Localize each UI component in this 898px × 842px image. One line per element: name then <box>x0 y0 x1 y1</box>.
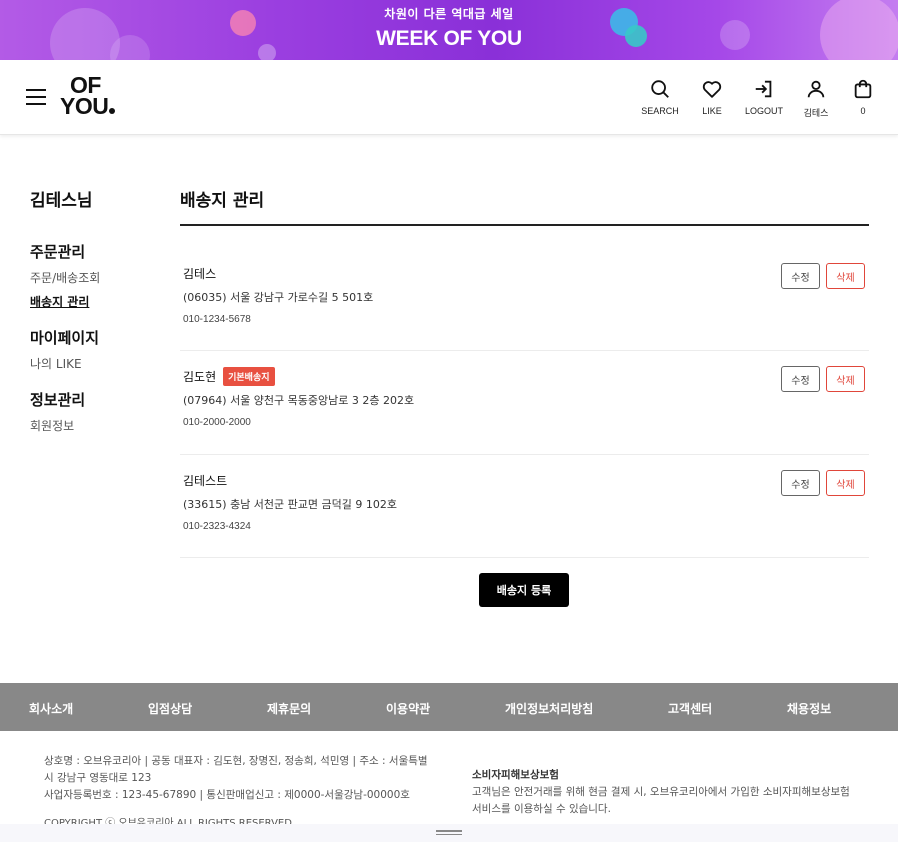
address-text: (07964) 서울 양천구 목동중앙남로 3 2층 202호 <box>183 394 415 407</box>
phone-number: 010-2000-2000 <box>183 417 251 428</box>
recipient-name: 김테스 <box>183 266 217 281</box>
site-logo[interactable]: OF YOU <box>60 74 120 121</box>
address-item: 김테스 (06035) 서울 강남구 가로수길 5 501호 010-1234-… <box>180 226 869 351</box>
logo-text-bottom: YOU <box>60 95 120 118</box>
company-info-line: 상호명 : 오브유코리아 | 공동 대표자 : 김도현, 장명진, 정송희, 석… <box>44 755 428 767</box>
banner-title: WEEK OF YOU <box>376 27 522 50</box>
logout-icon <box>755 80 772 98</box>
user-button[interactable]: 김테스 <box>796 78 836 119</box>
sidebar-group-mypage: 마이페이지 나의 LIKE <box>30 327 160 372</box>
sidebar-group-info: 정보관리 회원정보 <box>30 389 160 434</box>
logout-button[interactable]: LOGOUT <box>744 78 784 119</box>
mypage-sidebar: 김테스님 주문관리 주문/배송조회 배송지 관리 마이페이지 나의 LIKE 정… <box>30 186 160 451</box>
default-address-badge: 기본배송지 <box>223 366 275 386</box>
user-icon <box>807 80 825 98</box>
site-header: OF YOU SEARCH LIKE LOGOUT 김테스 0 <box>0 60 898 135</box>
address-actions: 수정 삭제 <box>781 366 865 392</box>
sidebar-group-title: 마이페이지 <box>30 329 100 347</box>
sidebar-item-member-info[interactable]: 회원정보 <box>30 417 160 434</box>
sidebar-item-address-management[interactable]: 배송지 관리 <box>30 293 160 310</box>
address-actions: 수정 삭제 <box>781 263 865 289</box>
heart-icon <box>702 81 722 98</box>
address-actions: 수정 삭제 <box>781 470 865 496</box>
sidebar-item-order-tracking[interactable]: 주문/배송조회 <box>30 269 160 286</box>
address-text: (33615) 충남 서천군 판교면 금덕길 9 102호 <box>183 498 397 511</box>
recipient-name: 김도현 기본배송지 <box>183 366 869 386</box>
sidebar-user-name: 김테스님 <box>30 191 93 211</box>
delete-button[interactable]: 삭제 <box>826 263 865 289</box>
footer-link-company[interactable]: 회사소개 <box>29 700 73 717</box>
user-label: 김테스 <box>803 108 829 118</box>
phone-number: 010-1234-5678 <box>183 314 251 325</box>
address-item: 김테스트 (33615) 충남 서천군 판교면 금덕길 9 102호 010-2… <box>180 455 869 558</box>
search-icon <box>651 80 669 98</box>
company-info: 상호명 : 오브유코리아 | 공동 대표자 : 김도현, 장명진, 정송희, 석… <box>44 753 434 804</box>
company-info-line: 사업자등록번호 : 123-45-67890 | 통신판매업신고 : 제0000… <box>44 789 410 801</box>
sidebar-item-my-like[interactable]: 나의 LIKE <box>30 355 160 372</box>
sidebar-group-orders: 주문관리 주문/배송조회 배송지 관리 <box>30 241 160 310</box>
logout-label: LOGOUT <box>744 106 783 116</box>
footer-link-partner-inquiry[interactable]: 입점상담 <box>148 700 192 717</box>
footer-nav: 회사소개 입점상담 제휴문의 이용약관 개인정보처리방침 고객센터 채용정보 <box>0 683 898 731</box>
insurance-text: 고객님은 안전거래를 위해 현금 결제 시, 오브유코리아에서 가입한 소비자피… <box>472 786 850 798</box>
edit-button[interactable]: 수정 <box>781 366 820 392</box>
insurance-text: 서비스를 이용하실 수 있습니다. <box>472 803 611 815</box>
address-text: (06035) 서울 강남구 가로수길 5 501호 <box>183 291 374 304</box>
header-nav: SEARCH LIKE LOGOUT 김테스 0 <box>628 78 878 119</box>
insurance-info: 소비자피해보상보험 고객님은 안전거래를 위해 현금 결제 시, 오브유코리아에… <box>472 767 872 818</box>
company-info-line: 시 강남구 영동대로 123 <box>44 772 152 784</box>
footer-link-customer-center[interactable]: 고객센터 <box>668 700 712 717</box>
delete-button[interactable]: 삭제 <box>826 366 865 392</box>
search-button[interactable]: SEARCH <box>640 78 680 119</box>
shopping-bag-icon <box>854 79 872 99</box>
cart-count: 0 <box>860 106 866 116</box>
phone-number: 010-2323-4324 <box>183 521 251 532</box>
drag-handle-icon[interactable] <box>436 830 462 836</box>
insurance-title: 소비자피해보상보험 <box>472 769 559 781</box>
address-item: 김도현 기본배송지 (07964) 서울 양천구 목동중앙남로 3 2층 202호… <box>180 351 869 455</box>
edit-button[interactable]: 수정 <box>781 263 820 289</box>
search-label: SEARCH <box>641 106 679 116</box>
register-address-button[interactable]: 배송지 등록 <box>479 573 569 607</box>
like-button[interactable]: LIKE <box>692 78 732 119</box>
cart-button[interactable]: 0 <box>848 78 878 119</box>
footer-link-careers[interactable]: 채용정보 <box>787 700 831 717</box>
footer-link-affiliate[interactable]: 제휴문의 <box>267 700 311 717</box>
like-label: LIKE <box>702 106 722 116</box>
footer-link-privacy[interactable]: 개인정보처리방침 <box>505 700 593 717</box>
banner-subtitle: 차원이 다른 역대급 세일 <box>384 7 514 21</box>
sidebar-group-title: 정보관리 <box>30 391 86 409</box>
bottom-bar <box>0 824 898 842</box>
promo-banner[interactable]: 차원이 다른 역대급 세일 WEEK OF YOU <box>0 0 898 60</box>
hamburger-menu-icon[interactable] <box>26 89 46 105</box>
delete-button[interactable]: 삭제 <box>826 470 865 496</box>
sidebar-group-title: 주문관리 <box>30 243 86 261</box>
address-management-section: 배송지 관리 김테스 (06035) 서울 강남구 가로수길 5 501호 01… <box>180 186 869 607</box>
page-title: 배송지 관리 <box>180 186 869 226</box>
recipient-name: 김테스트 <box>183 473 228 488</box>
edit-button[interactable]: 수정 <box>781 470 820 496</box>
footer-link-terms[interactable]: 이용약관 <box>386 700 430 717</box>
